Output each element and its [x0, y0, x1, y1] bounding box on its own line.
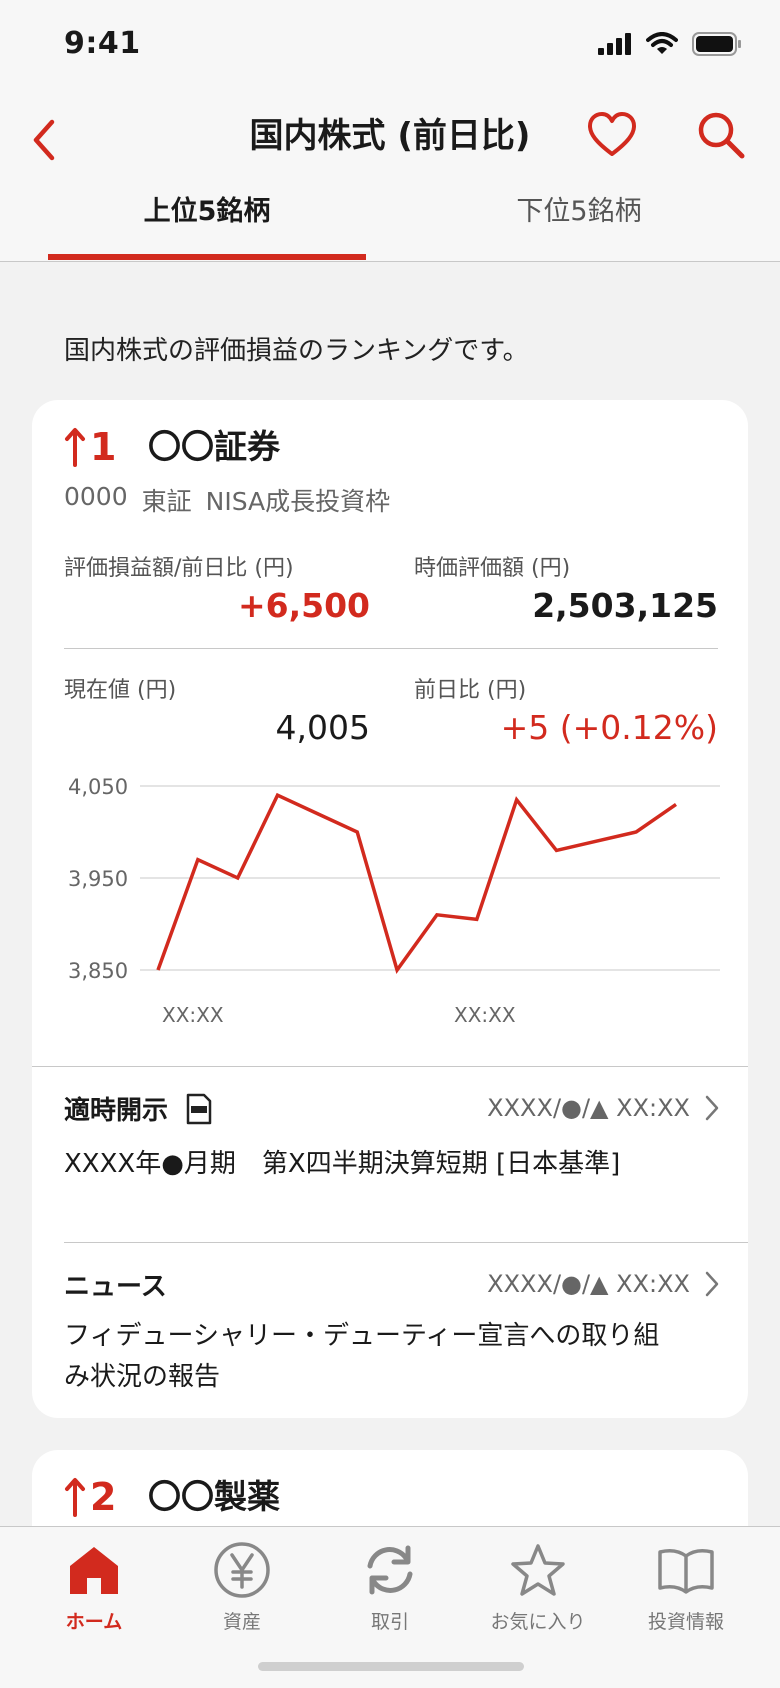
stock-meta: 0000 東証 NISA成長投資枠 — [64, 482, 390, 518]
chart-x-tick-label: XX:XX — [162, 1003, 224, 1027]
tabbar-trade[interactable]: 取引 — [320, 1537, 460, 1647]
tabbar-assets[interactable]: 資産 — [172, 1537, 312, 1647]
home-indicator — [258, 1662, 524, 1671]
disclosure-text[interactable]: XXXX年●月期 第X四半期決算短期 [日本基準] — [64, 1144, 684, 1185]
active-tab-indicator — [48, 254, 366, 260]
divider — [32, 1066, 748, 1067]
home-icon — [70, 1547, 118, 1594]
chart-y-tick-label: 3,850 — [68, 959, 128, 983]
news-title: ニュース — [64, 1272, 167, 1302]
wifi-icon — [646, 32, 678, 54]
tabbar-label: ホーム — [65, 1611, 123, 1633]
refresh-icon — [367, 1545, 413, 1595]
rank-badge: 1 — [64, 420, 116, 474]
chart-y-tick-label: 4,050 — [68, 775, 128, 799]
page-title: 国内株式 (前日比) — [249, 116, 531, 156]
heart-icon — [588, 112, 636, 156]
divider — [64, 1242, 748, 1243]
stock-code: 0000 — [64, 482, 128, 511]
tabbar-label: 資産 — [222, 1611, 261, 1633]
pl-label: 評価損益額/前日比 (円) — [64, 556, 294, 581]
disclosure-date: XXXX/●/▲ XX:XX — [487, 1094, 690, 1122]
arrow-up-icon — [65, 1478, 85, 1517]
app-header: 国内株式 (前日比) 上位5銘柄 下位5銘柄 — [0, 90, 780, 262]
search-button[interactable] — [694, 108, 750, 164]
news-date: XXXX/●/▲ XX:XX — [487, 1270, 690, 1298]
disclosure-date-link[interactable]: XXXX/●/▲ XX:XX — [487, 1094, 720, 1122]
status-time: 9:41 — [64, 26, 141, 61]
stock-market: 東証 — [141, 487, 192, 516]
pdf-icon — [186, 1093, 212, 1124]
market-value: 2,503,125 — [532, 586, 718, 625]
tabbar-label: 取引 — [370, 1611, 409, 1633]
news-date-link[interactable]: XXXX/●/▲ XX:XX — [487, 1270, 720, 1298]
rank-number: 1 — [90, 425, 117, 469]
disclosure-header[interactable]: 適時開示 — [64, 1090, 212, 1127]
star-icon — [511, 1544, 565, 1596]
intro-text: 国内株式の評価損益のランキングです。 — [64, 336, 529, 366]
stock-name: 〇〇証券 — [148, 427, 280, 466]
arrow-up-icon — [65, 428, 85, 467]
account-type: NISA成長投資枠 — [205, 487, 391, 516]
change-value: +5 (+0.12%) — [500, 708, 718, 747]
rank-number: 2 — [90, 1475, 117, 1519]
news-header[interactable]: ニュース — [64, 1266, 167, 1303]
chart-series-line — [156, 792, 677, 974]
tabbar-favorites[interactable]: お気に入り — [468, 1537, 608, 1647]
tabbar-investment-info[interactable]: 投資情報 — [616, 1537, 756, 1647]
status-icons — [598, 32, 742, 56]
current-price: 4,005 — [275, 708, 370, 747]
current-price-label: 現在値 (円) — [64, 678, 177, 703]
chart-x-tick-label: XX:XX — [454, 1003, 516, 1027]
tabbar-home[interactable]: ホーム — [24, 1537, 164, 1647]
tabbar-label: 投資情報 — [647, 1611, 724, 1633]
signal-icon — [598, 33, 631, 55]
tab-bottom5[interactable]: 下位5銘柄 — [420, 192, 738, 262]
status-bar: 9:41 — [0, 0, 780, 90]
favorite-button[interactable] — [586, 108, 638, 164]
book-icon — [658, 1549, 714, 1594]
pl-value: +6,500 — [237, 586, 370, 625]
stock-name: 〇〇製薬 — [148, 1477, 280, 1516]
yen-icon — [214, 1542, 270, 1598]
ranking-tabs: 上位5銘柄 下位5銘柄 — [0, 192, 780, 262]
battery-icon — [692, 32, 741, 56]
search-icon — [698, 112, 745, 159]
chart-y-tick-label: 3,950 — [68, 867, 128, 891]
stock-card[interactable]: 1 〇〇証券 0000 東証 NISA成長投資枠 評価損益額/前日比 (円) +… — [32, 400, 748, 1418]
news-text[interactable]: フィデューシャリー・デューティー宣言への取り組み状況の報告 — [64, 1316, 684, 1398]
tabbar-label: お気に入り — [490, 1611, 586, 1633]
chevron-right-icon — [705, 1271, 719, 1297]
disclosure-title: 適時開示 — [64, 1096, 169, 1126]
market-value-label: 時価評価額 (円) — [414, 556, 571, 581]
divider — [64, 648, 718, 649]
price-chart: 4,050 3,950 3,850 XX:XX XX:XX — [68, 775, 720, 1027]
tab-top5[interactable]: 上位5銘柄 — [48, 192, 366, 262]
change-label: 前日比 (円) — [414, 678, 527, 703]
rank-badge: 2 — [64, 1470, 116, 1524]
chevron-right-icon — [705, 1095, 719, 1121]
